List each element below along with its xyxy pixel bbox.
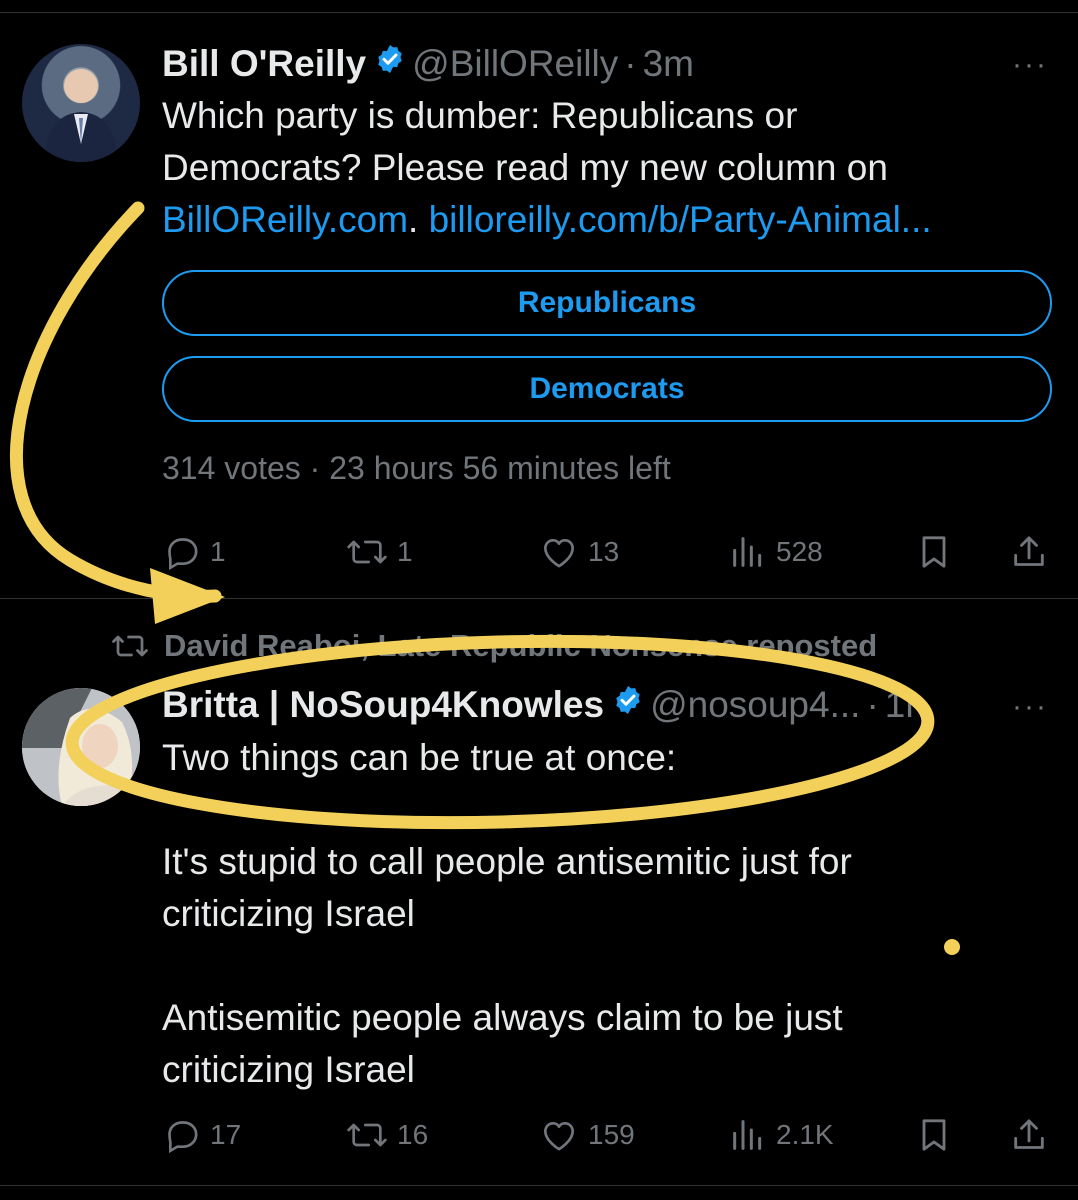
tweet-text: Which party is dumber: Republicans or De… xyxy=(162,90,1052,246)
poll-time-left: 23 hours 56 minutes left xyxy=(329,450,671,486)
poll-option-republicans[interactable]: Republicans xyxy=(162,270,1052,336)
repost-icon xyxy=(347,540,387,564)
views-icon xyxy=(733,537,762,567)
tweet-header: Bill O'Reilly @BillOReilly · 3m xyxy=(162,42,694,86)
tweet-header: Britta | NoSoup4Knowles @nosoup4... · 1h xyxy=(162,683,926,727)
views-count: 528 xyxy=(776,536,823,567)
display-name[interactable]: Britta | NoSoup4Knowles xyxy=(162,684,604,726)
header-separator: · xyxy=(624,43,637,84)
repost-notice: David Reaboi, Late Republic Nonsense rep… xyxy=(110,628,877,664)
share-icon xyxy=(1014,1119,1044,1149)
link-billoreilly-com[interactable]: BillOReilly.com xyxy=(162,199,408,240)
reply-button[interactable]: 1 xyxy=(162,532,226,572)
poll-option-democrats[interactable]: Democrats xyxy=(162,356,1052,422)
poll-meta: 314 votes · 23 hours 56 minutes left xyxy=(162,450,671,487)
views-button[interactable]: 2.1K xyxy=(728,1115,834,1155)
verified-badge-icon xyxy=(612,684,644,721)
views-button[interactable]: 528 xyxy=(728,532,823,572)
like-count: 159 xyxy=(588,1119,635,1150)
views-count: 2.1K xyxy=(776,1119,834,1150)
tweet-text: Two things can be true at once: It's stu… xyxy=(162,732,1052,1096)
reply-icon xyxy=(168,538,198,571)
timestamp[interactable]: 1h xyxy=(885,684,926,726)
verified-badge-icon xyxy=(374,43,406,80)
tweet-text-line: Democrats? Please read my new column on xyxy=(162,147,888,188)
bookmark-icon xyxy=(922,536,946,568)
handle[interactable]: @nosoup4... xyxy=(650,684,860,726)
poll-votes: 314 votes xyxy=(162,450,301,486)
views-icon xyxy=(733,1120,762,1150)
bookmark-button[interactable] xyxy=(914,1115,954,1155)
tweet-text-line: Two things can be true at once: xyxy=(162,737,677,778)
like-count: 13 xyxy=(588,536,620,567)
tweet-text-line: Antisemitic people always claim to be ju… xyxy=(162,997,843,1038)
repost-button[interactable]: 16 xyxy=(345,1115,428,1155)
tweet-text-line: It's stupid to call people antisemitic j… xyxy=(162,841,852,882)
timestamp[interactable]: 3m xyxy=(643,43,694,85)
bookmark-button[interactable] xyxy=(914,532,954,572)
share-button[interactable] xyxy=(1008,532,1050,572)
tweet-text-line: criticizing Israel xyxy=(162,1049,415,1090)
reply-button[interactable]: 17 xyxy=(162,1115,241,1155)
avatar-bill-oreilly[interactable] xyxy=(22,44,140,162)
repost-icon xyxy=(347,1123,387,1147)
link-party-animal[interactable]: billoreilly.com/b/Party-Animal... xyxy=(429,199,932,240)
annotation-arrowhead xyxy=(150,568,225,624)
share-button[interactable] xyxy=(1008,1115,1050,1155)
tweet-links-line: BillOReilly.com. billoreilly.com/b/Party… xyxy=(162,194,1052,246)
share-icon xyxy=(1014,536,1044,566)
header-separator: · xyxy=(866,684,879,725)
display-name[interactable]: Bill O'Reilly xyxy=(162,43,366,85)
avatar-britta[interactable] xyxy=(22,688,140,806)
repost-icon xyxy=(112,635,148,657)
reply-count: 1 xyxy=(210,536,226,567)
reply-count: 17 xyxy=(210,1119,242,1150)
like-button[interactable]: 159 xyxy=(538,1115,635,1155)
like-button[interactable]: 13 xyxy=(538,532,619,572)
link-separator: . xyxy=(408,199,419,240)
top-divider xyxy=(0,12,1078,13)
repost-notice-text[interactable]: David Reaboi, Late Republic Nonsense rep… xyxy=(164,628,877,664)
tweet-text-line: criticizing Israel xyxy=(162,893,415,934)
bottom-divider xyxy=(0,1185,1078,1186)
repost-button[interactable]: 1 xyxy=(345,532,413,572)
like-icon xyxy=(544,539,574,568)
repost-count: 1 xyxy=(397,536,413,567)
tweet-divider xyxy=(0,598,1078,599)
reply-icon xyxy=(168,1121,198,1154)
more-icon[interactable]: ··· xyxy=(1012,690,1048,724)
repost-count: 16 xyxy=(397,1119,429,1150)
handle[interactable]: @BillOReilly xyxy=(412,43,618,85)
bookmark-icon xyxy=(922,1119,946,1151)
more-icon[interactable]: ··· xyxy=(1012,48,1048,82)
poll-separator: · xyxy=(309,450,321,486)
tweet-text-line: Which party is dumber: Republicans or xyxy=(162,95,798,136)
like-icon xyxy=(544,1122,574,1151)
